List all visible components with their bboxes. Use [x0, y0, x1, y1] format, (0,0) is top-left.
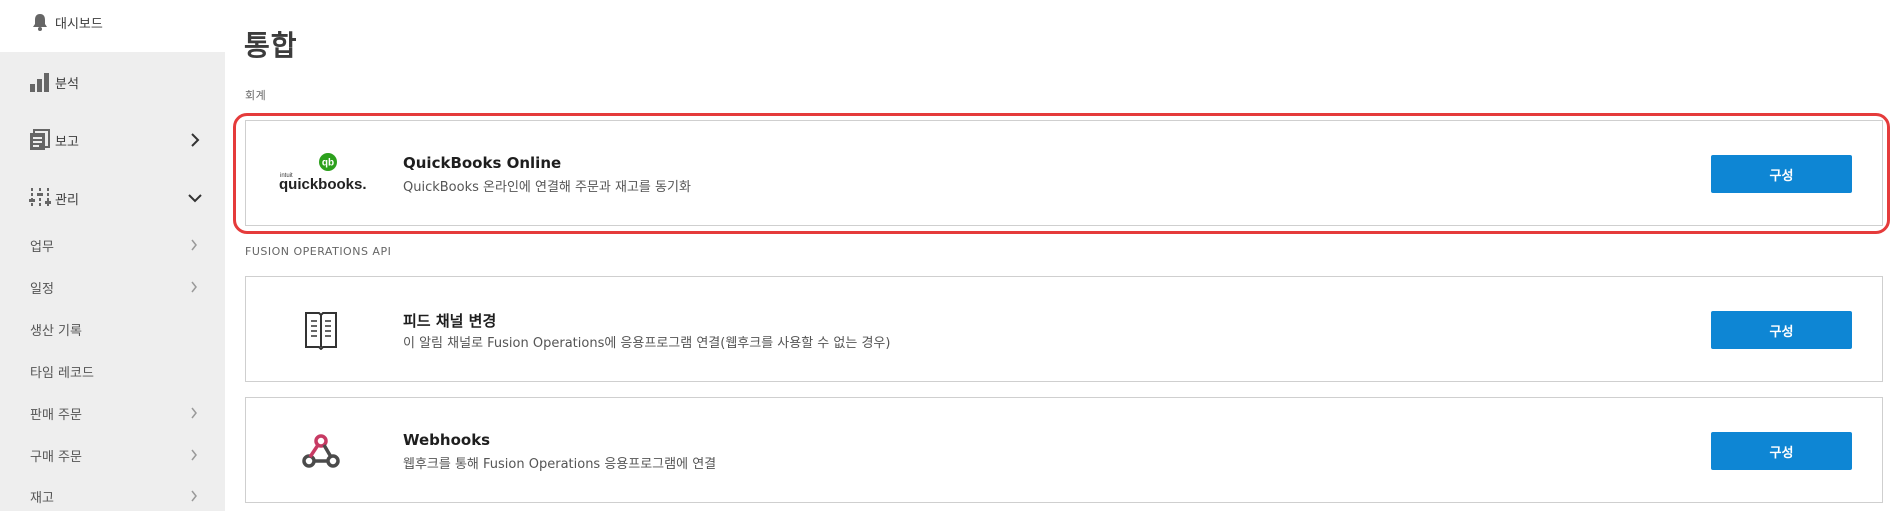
chevron-right-icon [188, 490, 200, 502]
quickbooks-wordmark: quickbooks. [279, 176, 367, 193]
integration-description: 웹후크를 통해 Fusion Operations 응용프로그램에 연결 [403, 457, 717, 472]
sidebar-subitem-schedule[interactable]: 일정 [0, 272, 225, 302]
app-root: 대시보드 분석 보고 관리 업무 일정 생산 기록 타임 레코드 판매 주문 구… [0, 0, 1901, 511]
feed-book-icon [266, 295, 376, 365]
sidebar-subitem-label: 타임 레코드 [30, 365, 94, 381]
sidebar: 대시보드 분석 보고 관리 업무 일정 생산 기록 타임 레코드 판매 주문 구… [0, 0, 225, 511]
quickbooks-logo: qb intuit quickbooks. [266, 139, 376, 209]
sidebar-item-reports[interactable]: 보고 [0, 120, 225, 160]
sidebar-item-manage[interactable]: 관리 [0, 178, 225, 218]
sidebar-subitem-tasks[interactable]: 업무 [0, 230, 225, 260]
chevron-right-icon [188, 281, 200, 293]
chevron-right-icon [188, 449, 200, 461]
quickbooks-badge-text: qb [322, 158, 334, 169]
integration-card-feed-channel: 피드 채널 변경 이 알림 채널로 Fusion Operations에 응용프… [245, 276, 1883, 382]
integration-name: QuickBooks Online [403, 154, 562, 172]
sliders-icon [29, 187, 51, 209]
sidebar-item-label: 보고 [55, 135, 79, 150]
configure-button-feed-channel[interactable]: 구성 [1711, 311, 1852, 349]
configure-button-quickbooks[interactable]: 구성 [1711, 155, 1852, 193]
document-stack-icon [29, 129, 51, 151]
sidebar-subitem-label: 생산 기록 [30, 323, 82, 339]
sidebar-subitem-label: 판매 주문 [30, 407, 82, 423]
sidebar-subitem-purchase-orders[interactable]: 구매 주문 [0, 440, 225, 470]
page-title: 통합 [244, 29, 298, 62]
sidebar-subitem-label: 구매 주문 [30, 449, 82, 465]
chevron-right-icon [188, 407, 200, 419]
section-label-fusion-api: FUSION OPERATIONS API [245, 245, 392, 258]
sidebar-subitem-label: 업무 [30, 239, 54, 255]
integration-card-quickbooks: qb intuit quickbooks. QuickBooks Online … [245, 120, 1883, 226]
sidebar-subitem-inventory[interactable]: 재고 [0, 481, 225, 511]
section-label-accounting: 회계 [245, 89, 267, 102]
chevron-down-icon [188, 191, 202, 205]
webhook-icon [266, 416, 376, 486]
integration-description: 이 알림 채널로 Fusion Operations에 응용프로그램 연결(웹후… [403, 336, 891, 351]
sidebar-subitem-label: 재고 [30, 490, 54, 506]
sidebar-item-label: 대시보드 [55, 17, 103, 32]
sidebar-subitem-label: 일정 [30, 281, 54, 297]
integration-name: 피드 채널 변경 [403, 312, 497, 330]
sidebar-subitem-production-records[interactable]: 생산 기록 [0, 314, 225, 344]
sidebar-item-label: 분석 [55, 77, 79, 92]
sidebar-item-dashboard[interactable]: 대시보드 [0, 0, 225, 52]
configure-button-webhooks[interactable]: 구성 [1711, 432, 1852, 470]
integration-description: QuickBooks 온라인에 연결해 주문과 재고를 동기화 [403, 180, 691, 195]
chevron-right-icon [188, 133, 202, 147]
sidebar-item-label: 관리 [55, 193, 79, 208]
bar-chart-icon [29, 71, 51, 93]
sidebar-subitem-sales-orders[interactable]: 판매 주문 [0, 398, 225, 428]
sidebar-subitem-time-records[interactable]: 타임 레코드 [0, 356, 225, 386]
chevron-right-icon [188, 239, 200, 251]
integration-name: Webhooks [403, 431, 491, 449]
bell-icon [29, 11, 51, 33]
integration-card-webhooks: Webhooks 웹후크를 통해 Fusion Operations 응용프로그… [245, 397, 1883, 503]
sidebar-item-analysis[interactable]: 분석 [0, 62, 225, 102]
